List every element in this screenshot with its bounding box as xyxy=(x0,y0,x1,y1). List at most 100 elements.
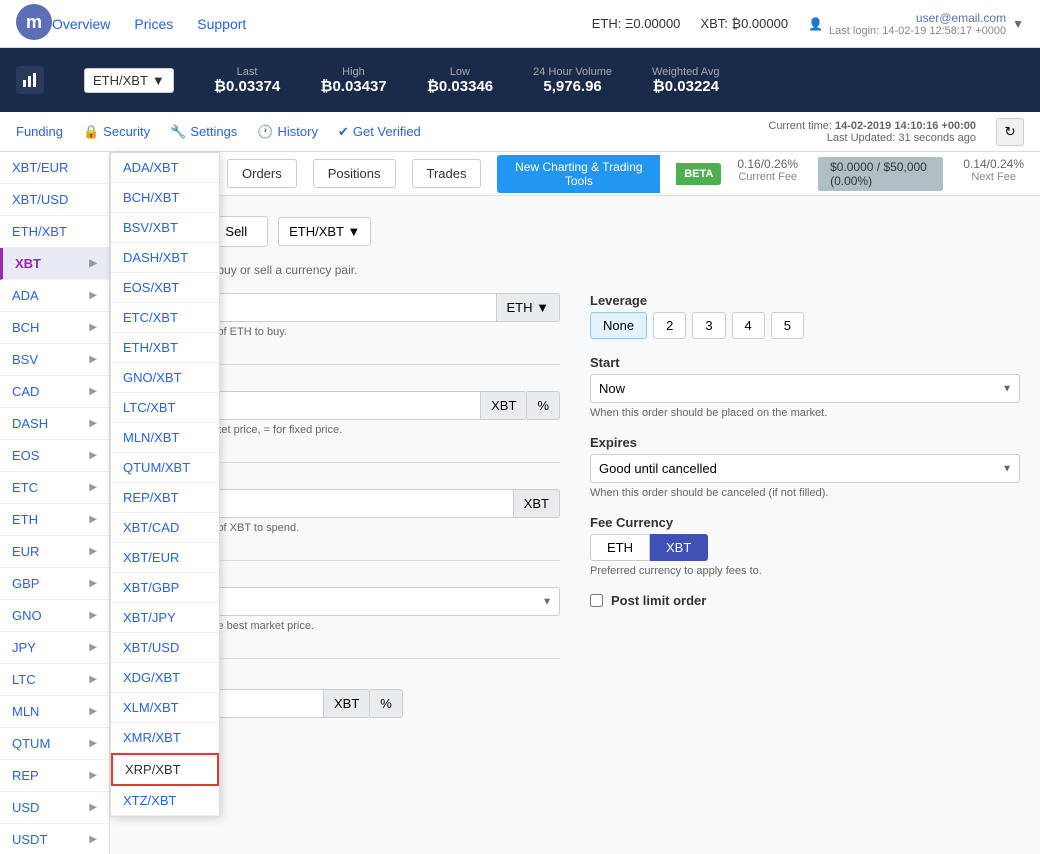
submit-xbt-label: XBT xyxy=(324,689,370,718)
sidebar-item-jpy[interactable]: JPY ▶ xyxy=(0,632,109,664)
submenu-eth-xbt[interactable]: ETH/XBT xyxy=(111,333,219,363)
sidebar-item-gbp[interactable]: GBP ▶ xyxy=(0,568,109,600)
current-fee-pct: 0.16/0.26% xyxy=(737,157,798,171)
sidebar-item-bsv[interactable]: BSV ▶ xyxy=(0,344,109,376)
nav-support[interactable]: Support xyxy=(197,16,246,32)
submenu-rep-xbt[interactable]: REP/XBT xyxy=(111,483,219,513)
chevron-right-icon: ▶ xyxy=(89,418,97,429)
new-charting-button[interactable]: New Charting & Trading Tools xyxy=(497,155,660,193)
refresh-button[interactable]: ↻ xyxy=(996,118,1024,146)
nav-prices[interactable]: Prices xyxy=(134,16,173,32)
sidebar-item-xbt-eur[interactable]: XBT/EUR xyxy=(0,152,109,184)
price-xbt-label: XBT xyxy=(481,391,527,420)
chevron-right-icon: ▶ xyxy=(89,578,97,589)
submenu-qtum-xbt[interactable]: QTUM/XBT xyxy=(111,453,219,483)
submenu-xbt-cad[interactable]: XBT/CAD xyxy=(111,513,219,543)
post-limit-label: Post limit order xyxy=(611,593,706,608)
submenu-xdg-xbt[interactable]: XDG/XBT xyxy=(111,663,219,693)
tab-trades[interactable]: Trades xyxy=(412,159,482,188)
submenu-ada-xbt[interactable]: ADA/XBT xyxy=(111,153,219,183)
submenu-xbt-usd[interactable]: XBT/USD xyxy=(111,633,219,663)
user-menu[interactable]: 👤 user@email.com Last login: 14-02-19 12… xyxy=(808,11,1024,37)
sidebar-item-eth[interactable]: ETH ▶ xyxy=(0,504,109,536)
submenu-xbt-gbp[interactable]: XBT/GBP xyxy=(111,573,219,603)
nav-history[interactable]: 🕐 History xyxy=(257,124,318,140)
chevron-right-icon: ▶ xyxy=(89,834,97,845)
trading-panel: New Order Orders Positions Trades New Ch… xyxy=(110,152,1040,854)
total-xbt-label: XBT xyxy=(514,489,560,518)
sidebar-item-ltc[interactable]: LTC ▶ xyxy=(0,664,109,696)
submenu-xlm-xbt[interactable]: XLM/XBT xyxy=(111,693,219,723)
current-fee-label: Current Fee xyxy=(738,171,797,183)
chart-icon-btn[interactable] xyxy=(16,66,44,94)
amount-currency-selector[interactable]: ETH ▼ xyxy=(497,293,560,322)
submenu-eos-xbt[interactable]: EOS/XBT xyxy=(111,273,219,303)
username: user@email.com xyxy=(916,11,1006,25)
expires-label: Expires xyxy=(590,435,1020,450)
submenu-xbt-jpy[interactable]: XBT/JPY xyxy=(111,603,219,633)
sidebar-item-qtum[interactable]: QTUM ▶ xyxy=(0,728,109,760)
sidebar-item-dash[interactable]: DASH ▶ xyxy=(0,408,109,440)
order-pair-selector[interactable]: ETH/XBT ▼ xyxy=(278,217,371,246)
stat-low-label: Low xyxy=(450,66,470,78)
form-description: Use this form to buy or sell a currency … xyxy=(130,263,1020,277)
sidebar-item-xbt[interactable]: XBT ▶ xyxy=(0,248,109,280)
nav-security[interactable]: 🔒 Security xyxy=(83,124,150,140)
sidebar-item-eth-xbt[interactable]: ETH/XBT xyxy=(0,216,109,248)
tab-orders[interactable]: Orders xyxy=(227,159,297,188)
sidebar-item-eur[interactable]: EUR ▶ xyxy=(0,536,109,568)
sidebar-item-mln[interactable]: MLN ▶ xyxy=(0,696,109,728)
submenu-ltc-xbt[interactable]: LTC/XBT xyxy=(111,393,219,423)
sidebar-item-gno[interactable]: GNO ▶ xyxy=(0,600,109,632)
submenu-etc-xbt[interactable]: ETC/XBT xyxy=(111,303,219,333)
sidebar-item-cad[interactable]: CAD ▶ xyxy=(0,376,109,408)
submenu-mln-xbt[interactable]: MLN/XBT xyxy=(111,423,219,453)
submenu-gno-xbt[interactable]: GNO/XBT xyxy=(111,363,219,393)
next-fee-pct: 0.14/0.24% xyxy=(963,157,1024,171)
submenu-bch-xbt[interactable]: BCH/XBT xyxy=(111,183,219,213)
sidebar-item-eos[interactable]: EOS ▶ xyxy=(0,440,109,472)
start-select[interactable]: Now Scheduled xyxy=(590,374,1020,403)
submenu-xtz-xbt[interactable]: XTZ/XBT xyxy=(111,786,219,816)
leverage-5[interactable]: 5 xyxy=(771,312,804,339)
sidebar-item-rep[interactable]: REP ▶ xyxy=(0,760,109,792)
leverage-2[interactable]: 2 xyxy=(653,312,686,339)
nav-settings[interactable]: 🔧 Settings xyxy=(170,124,237,140)
leverage-none[interactable]: None xyxy=(590,312,647,339)
stat-wavg-value: ₿0.03224 xyxy=(653,78,719,95)
chevron-right-icon: ▶ xyxy=(89,610,97,621)
submenu-xrp-xbt[interactable]: XRP/XBT xyxy=(111,753,219,786)
xbt-submenu: ADA/XBT BCH/XBT BSV/XBT DASH/XBT EOS/XBT… xyxy=(110,152,220,817)
submenu-dash-xbt[interactable]: DASH/XBT xyxy=(111,243,219,273)
fee-currency-note: Preferred currency to apply fees to. xyxy=(590,565,1020,577)
post-limit-checkbox[interactable] xyxy=(590,594,603,607)
main-content: XBT/EUR XBT/USD ETH/XBT XBT ▶ ADA ▶ BCH … xyxy=(0,152,1040,854)
nav-funding[interactable]: Funding xyxy=(16,124,63,139)
submenu-bsv-xbt[interactable]: BSV/XBT xyxy=(111,213,219,243)
pair-selector[interactable]: ETH/XBT ▼ xyxy=(84,68,174,93)
sidebar: XBT/EUR XBT/USD ETH/XBT XBT ▶ ADA ▶ BCH … xyxy=(0,152,110,854)
start-group: Start Now Scheduled When this order shou… xyxy=(590,355,1020,419)
nav-get-verified[interactable]: ✔ Get Verified xyxy=(338,124,421,140)
logo[interactable]: m xyxy=(16,4,52,43)
fee-xbt-button[interactable]: XBT xyxy=(650,534,708,561)
sidebar-item-usdt[interactable]: USDT ▶ xyxy=(0,824,109,854)
sidebar-item-etc[interactable]: ETC ▶ xyxy=(0,472,109,504)
leverage-label: Leverage xyxy=(590,293,1020,308)
expires-select[interactable]: Good until cancelled Good until date Imm… xyxy=(590,454,1020,483)
nav-overview[interactable]: Overview xyxy=(52,16,110,32)
sidebar-item-bch[interactable]: BCH ▶ xyxy=(0,312,109,344)
sidebar-item-usd[interactable]: USD ▶ xyxy=(0,792,109,824)
submenu-xmr-xbt[interactable]: XMR/XBT xyxy=(111,723,219,753)
leverage-3[interactable]: 3 xyxy=(692,312,725,339)
sidebar-item-xbt-usd[interactable]: XBT/USD xyxy=(0,184,109,216)
stat-high-value: ₿0.03437 xyxy=(320,78,386,95)
leverage-4[interactable]: 4 xyxy=(732,312,765,339)
tab-positions[interactable]: Positions xyxy=(313,159,396,188)
leverage-options: None 2 3 4 5 xyxy=(590,312,1020,339)
submenu-xbt-eur[interactable]: XBT/EUR xyxy=(111,543,219,573)
fee-eth-button[interactable]: ETH xyxy=(590,534,650,561)
order-form: Buy Sell ETH/XBT ▼ Use this form to buy … xyxy=(110,196,1040,738)
sidebar-item-ada[interactable]: ADA ▶ xyxy=(0,280,109,312)
eth-balance: ETH: Ξ0.00000 xyxy=(592,16,681,31)
